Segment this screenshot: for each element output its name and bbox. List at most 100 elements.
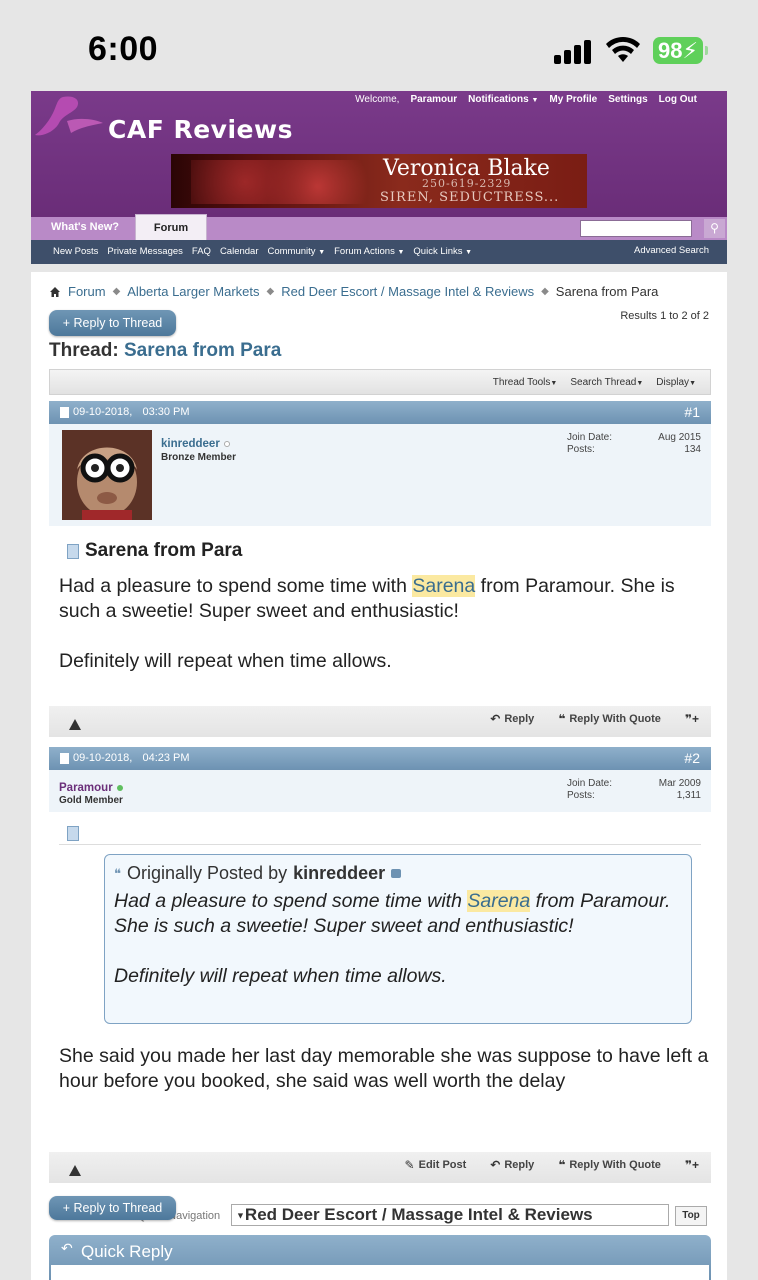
status-time: 6:00 xyxy=(88,30,159,68)
reply-icon: ↶ xyxy=(490,1158,501,1172)
breadcrumb-current: Sarena from Para xyxy=(555,284,659,299)
ad-banner[interactable]: Veronica Blake 250-619-2329 SIREN, SEDUC… xyxy=(171,154,587,208)
post-footer: ✎ Edit Post ↶ Reply ❝ Reply With Quote ❞+ xyxy=(49,1152,711,1183)
post-body: Sarena from Para Had a pleasure to spend… xyxy=(49,526,711,706)
main-content: Forum ◆ Alberta Larger Markets ◆ Red Dee… xyxy=(31,272,727,1280)
nav-calendar[interactable]: Calendar xyxy=(220,246,259,257)
tab-whats-new[interactable]: What's New? xyxy=(51,221,119,233)
reply-button[interactable]: ↶ Reply xyxy=(490,1158,534,1172)
thread-tools-menu[interactable]: Thread Tools▼ xyxy=(493,377,558,388)
post-userinfo: kinreddeer Bronze Member Join Date: Aug 2… xyxy=(49,424,711,526)
nav-faq[interactable]: FAQ xyxy=(192,246,211,257)
banner-tagline: SIREN, SEDUCTRESS... xyxy=(380,190,560,205)
breadcrumb-alberta[interactable]: Alberta Larger Markets xyxy=(127,284,259,299)
status-bar: 6:00 98⚡ xyxy=(0,0,758,88)
battery-level: 98 xyxy=(658,38,683,63)
quick-reply-title: Quick Reply xyxy=(81,1242,173,1261)
multi-quote-icon: ❞+ xyxy=(684,712,699,726)
user-links: Welcome, Paramour Notifications ▼ My Pro… xyxy=(355,94,697,105)
multi-quote-button[interactable]: ❞+ xyxy=(685,1158,699,1172)
thread-title: Thread: Sarena from Para xyxy=(49,340,281,362)
nav-private-messages[interactable]: Private Messages xyxy=(107,246,183,257)
post-userinfo: Paramour Gold Member Join Date: Mar 2009 … xyxy=(49,770,711,812)
thread-tools-bar: Thread Tools▼ Search Thread▼ Display▼ xyxy=(49,369,711,395)
chevron-down-icon: ▼ xyxy=(236,1210,245,1221)
document-icon xyxy=(67,826,79,846)
user-rank: Bronze Member xyxy=(161,452,237,463)
breadcrumb: Forum ◆ Alberta Larger Markets ◆ Red Dee… xyxy=(49,284,658,299)
reply-with-quote-button[interactable]: ❝ Reply With Quote xyxy=(558,712,661,726)
user-stats: Join Date: Mar 2009 Posts: 1,311 xyxy=(567,778,701,801)
battery-icon: 98⚡ xyxy=(653,37,708,64)
reply-with-quote-button[interactable]: ❝ Reply With Quote xyxy=(558,1158,661,1172)
breadcrumb-separator-icon: ◆ xyxy=(541,286,549,297)
breadcrumb-forum[interactable]: Forum xyxy=(68,284,106,299)
home-icon[interactable] xyxy=(49,286,61,298)
reply-to-thread-button-bottom[interactable]: + Reply to Thread xyxy=(49,1196,176,1220)
search-icon[interactable]: ⚲ xyxy=(704,219,725,238)
post-number[interactable]: #1 xyxy=(684,404,700,420)
post-date: 09-10-2018, xyxy=(73,752,133,764)
divider xyxy=(59,844,701,845)
online-status-icon xyxy=(116,784,123,791)
site-logo[interactable]: CAF Reviews xyxy=(108,115,293,144)
quote-author[interactable]: kinreddeer xyxy=(293,863,385,884)
nav-new-posts[interactable]: New Posts xyxy=(53,246,98,257)
offline-status-icon xyxy=(223,440,230,447)
nav-bar: New Posts Private Messages FAQ Calendar … xyxy=(31,240,727,264)
view-post-icon[interactable] xyxy=(391,869,402,878)
join-date: Mar 2009 xyxy=(658,778,701,789)
tab-bar: What's New? Forum ⚲ xyxy=(31,214,727,240)
username-link[interactable]: Paramour xyxy=(410,94,457,105)
quick-reply-panel[interactable]: ↶ Quick Reply xyxy=(49,1235,711,1280)
nav-forum-actions[interactable]: Forum Actions ▼ xyxy=(334,246,404,257)
document-icon xyxy=(67,543,79,559)
settings-link[interactable]: Settings xyxy=(608,94,647,105)
avatar[interactable] xyxy=(62,430,152,520)
edit-post-button[interactable]: ✎ Edit Post xyxy=(405,1158,467,1172)
nav-community[interactable]: Community ▼ xyxy=(268,246,326,257)
results-count: Results 1 to 2 of 2 xyxy=(620,310,709,322)
quick-reply-body xyxy=(51,1265,709,1280)
welcome-text: Welcome, xyxy=(355,94,400,105)
post-time: 04:23 PM xyxy=(142,752,190,764)
post-icon xyxy=(60,752,69,764)
reply-button[interactable]: ↶ Reply xyxy=(490,712,534,726)
report-icon[interactable] xyxy=(69,1165,81,1176)
thread-label: Thread: xyxy=(49,340,119,361)
user-rank: Gold Member xyxy=(59,795,123,806)
report-icon[interactable] xyxy=(69,719,81,730)
search-thread-menu[interactable]: Search Thread▼ xyxy=(570,377,643,388)
breadcrumb-separator-icon: ◆ xyxy=(112,286,121,297)
nav-quick-links[interactable]: Quick Links ▼ xyxy=(413,246,472,257)
pencil-icon: ✎ xyxy=(404,1158,415,1172)
notifications-link[interactable]: Notifications ▼ xyxy=(468,94,538,105)
thread-name: Sarena from Para xyxy=(123,340,282,361)
banner-phone: 250-619-2329 xyxy=(422,177,512,190)
bottom-bar: + Reply to Thread Quick Navigation ▼Red … xyxy=(49,1194,711,1228)
reply-icon: ↶ xyxy=(61,1240,73,1256)
breadcrumb-red-deer[interactable]: Red Deer Escort / Massage Intel & Review… xyxy=(281,284,534,299)
post-time: 03:30 PM xyxy=(142,406,190,418)
search-input[interactable] xyxy=(580,220,692,237)
post-icon xyxy=(60,406,69,418)
tab-forum[interactable]: Forum xyxy=(135,214,207,240)
post-username[interactable]: Paramour xyxy=(59,782,123,794)
multi-quote-button[interactable]: ❞+ xyxy=(685,712,699,726)
post-username[interactable]: kinreddeer xyxy=(161,438,230,450)
post-message: She said you made her last day memorable… xyxy=(59,1045,709,1092)
my-profile-link[interactable]: My Profile xyxy=(549,94,597,105)
quick-navigation-select[interactable]: ▼Red Deer Escort / Massage Intel & Revie… xyxy=(231,1204,669,1226)
quote-text: Had a pleasure to spend some time with S… xyxy=(114,890,671,987)
post-footer: ↶ Reply ❝ Reply With Quote ❞+ xyxy=(49,706,711,737)
header-top: CAF Reviews Welcome, Paramour Notificati… xyxy=(31,91,727,217)
log-out-link[interactable]: Log Out xyxy=(659,94,697,105)
post-number[interactable]: #2 xyxy=(684,750,700,766)
reply-icon: ↶ xyxy=(490,712,501,726)
top-button[interactable]: Top xyxy=(675,1206,707,1226)
quote-icon: ❝ xyxy=(558,712,566,726)
reply-to-thread-button[interactable]: + Reply to Thread xyxy=(49,310,176,336)
advanced-search-link[interactable]: Advanced Search xyxy=(634,245,709,256)
display-menu[interactable]: Display▼ xyxy=(656,377,696,388)
user-stats: Join Date: Aug 2015 Posts: 134 xyxy=(567,432,701,455)
